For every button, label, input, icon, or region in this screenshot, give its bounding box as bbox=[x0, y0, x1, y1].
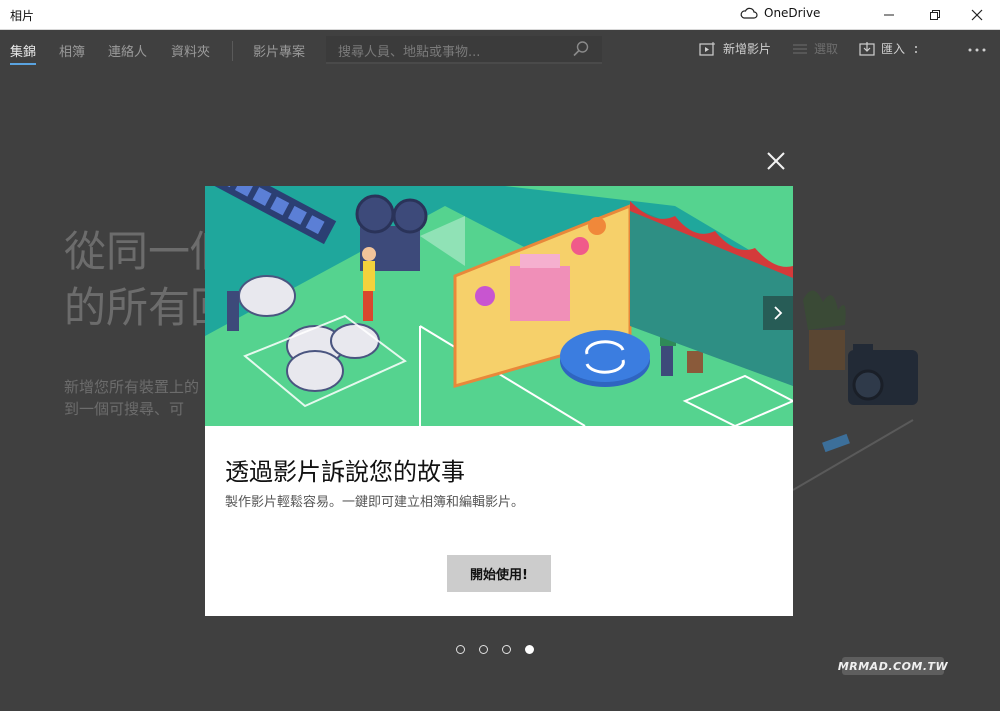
dialog-title: 透過影片訴說您的故事 bbox=[225, 458, 465, 486]
search-box[interactable]: 搜尋人員、地點或事物... bbox=[326, 36, 602, 64]
select-label: 選取 bbox=[814, 42, 839, 56]
restore-icon bbox=[930, 10, 940, 20]
chevron-right-icon bbox=[774, 306, 783, 320]
close-window-button[interactable] bbox=[954, 0, 1000, 30]
import-icon bbox=[859, 41, 875, 56]
import-label: 匯入 bbox=[881, 42, 906, 56]
welcome-dialog: 透過影片訴說您的故事 製作影片輕鬆容易。一鍵即可建立相簿和編輯影片。 開始使用! bbox=[205, 186, 793, 616]
active-tab-indicator bbox=[10, 63, 36, 65]
select-button[interactable]: 選取 bbox=[792, 40, 838, 57]
pagination-dots bbox=[456, 645, 534, 654]
search-input[interactable]: 搜尋人員、地點或事物... bbox=[338, 41, 480, 60]
search-icon[interactable] bbox=[572, 40, 590, 58]
restore-button[interactable] bbox=[912, 0, 958, 30]
dialog-subtitle: 製作影片輕鬆容易。一鍵即可建立相簿和編輯影片。 bbox=[225, 495, 525, 510]
minimize-icon bbox=[884, 14, 894, 16]
get-started-button[interactable]: 開始使用! bbox=[447, 555, 551, 592]
tab-video-projects[interactable]: 影片專案 bbox=[253, 41, 305, 60]
toolbar-divider bbox=[232, 41, 233, 61]
onedrive-label: OneDrive bbox=[764, 6, 821, 20]
new-video-button[interactable]: 新增影片 bbox=[699, 40, 771, 57]
background-body: 新增您所有裝置上的 到一個可搜尋、可 bbox=[64, 376, 199, 420]
more-options-button[interactable] bbox=[966, 38, 988, 58]
onedrive-button[interactable]: OneDrive bbox=[740, 6, 820, 20]
page-dot-1[interactable] bbox=[456, 645, 465, 654]
movie-making-illustration bbox=[205, 186, 793, 426]
tab-albums[interactable]: 相簿 bbox=[59, 41, 85, 60]
next-slide-button[interactable] bbox=[763, 296, 793, 330]
new-video-label: 新增影片 bbox=[723, 42, 772, 56]
toolbar: 集錦 相簿 連絡人 資料夾 影片專案 搜尋人員、地點或事物... 新增影片 選取… bbox=[0, 30, 1000, 70]
tab-people[interactable]: 連絡人 bbox=[108, 41, 147, 60]
page-dot-4[interactable] bbox=[525, 645, 534, 654]
close-icon bbox=[971, 9, 983, 21]
background-body-line1: 新增您所有裝置上的 bbox=[64, 378, 200, 396]
chevron-down-icon bbox=[915, 45, 918, 53]
background-body-line2: 到一個可搜尋、可 bbox=[64, 400, 185, 418]
close-dialog-icon[interactable] bbox=[764, 149, 788, 173]
page-dot-3[interactable] bbox=[502, 645, 511, 654]
more-icon bbox=[968, 48, 986, 52]
app-title: 相片 bbox=[10, 9, 35, 23]
tab-collection[interactable]: 集錦 bbox=[10, 41, 36, 60]
list-select-icon bbox=[793, 44, 807, 53]
watermark: MRMAD.COM.TW bbox=[838, 657, 948, 675]
page-dot-2[interactable] bbox=[479, 645, 488, 654]
hero-illustration bbox=[205, 186, 793, 426]
cloud-icon bbox=[740, 7, 758, 19]
tab-folders[interactable]: 資料夾 bbox=[171, 41, 210, 60]
video-icon bbox=[699, 41, 715, 56]
title-bar: 相片 OneDrive bbox=[0, 0, 1000, 30]
minimize-button[interactable] bbox=[866, 0, 912, 30]
background-illustration bbox=[793, 290, 918, 491]
import-button[interactable]: 匯入 bbox=[859, 40, 921, 57]
